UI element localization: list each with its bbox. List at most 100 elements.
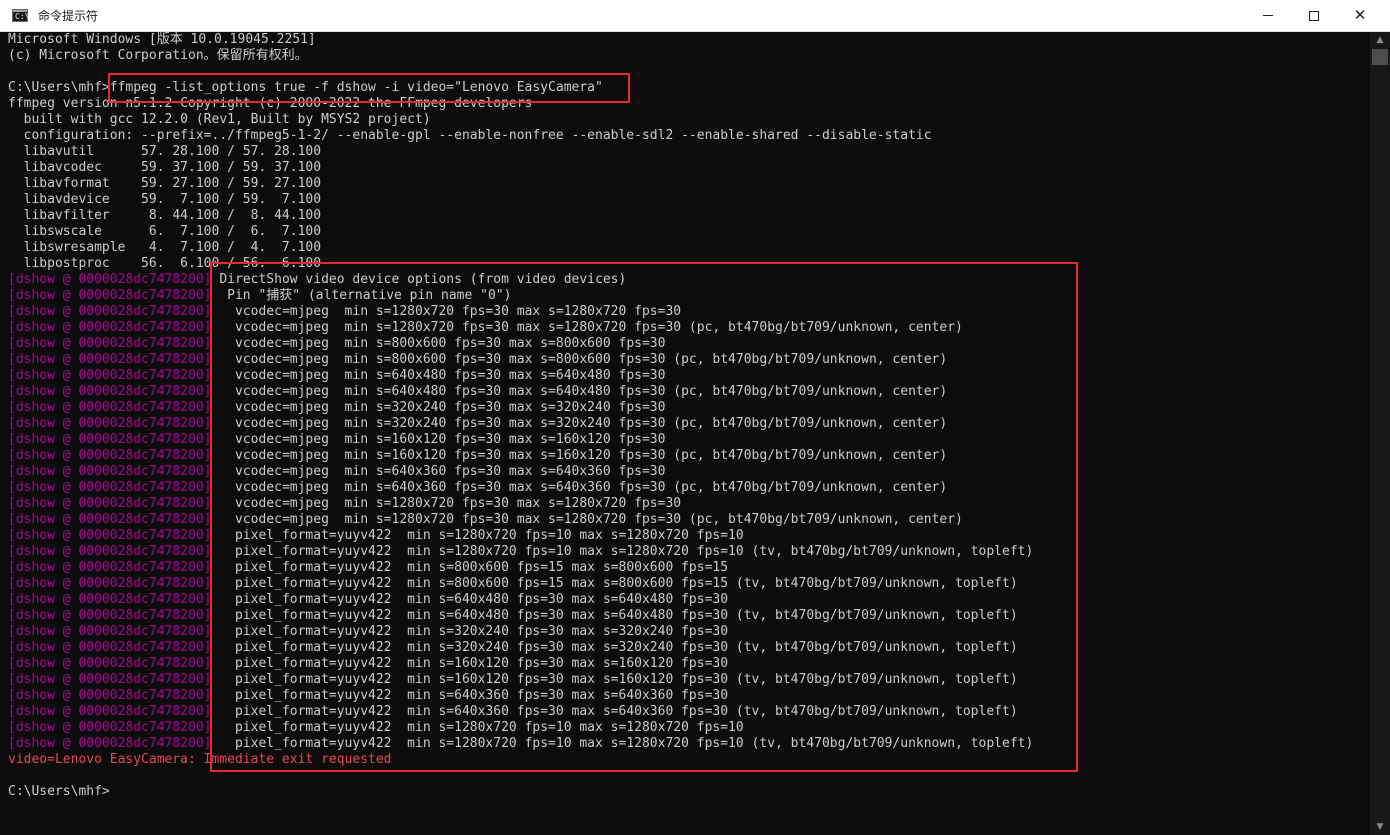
console-line: [dshow @ 0000028dc7478200] vcodec=mjpeg … (8, 368, 1370, 384)
console-line: [dshow @ 0000028dc7478200] vcodec=mjpeg … (8, 448, 1370, 464)
dshow-log-prefix: [dshow @ 0000028dc7478200] (8, 624, 212, 639)
console-line: [dshow @ 0000028dc7478200] vcodec=mjpeg … (8, 480, 1370, 496)
console-line-text: pixel_format=yuyv422 min s=1280x720 fps=… (211, 720, 744, 735)
console-line-text: pixel_format=yuyv422 min s=800x600 fps=1… (211, 560, 729, 575)
minimize-button[interactable] (1245, 0, 1291, 31)
console-line-text: pixel_format=yuyv422 min s=320x240 fps=3… (211, 624, 729, 639)
console-line-text: vcodec=mjpeg min s=640x360 fps=30 max s=… (211, 480, 948, 495)
close-icon: ✕ (1353, 6, 1367, 24)
console-line: libavdevice 59. 7.100 / 59. 7.100 (8, 192, 1370, 208)
console-line-text: pixel_format=yuyv422 min s=800x600 fps=1… (211, 576, 1018, 591)
console-line: [dshow @ 0000028dc7478200] vcodec=mjpeg … (8, 320, 1370, 336)
console-line-text: vcodec=mjpeg min s=640x360 fps=30 max s=… (211, 464, 666, 479)
console-line-text: libpostproc 56. 6.100 / 56. 6.100 (8, 256, 322, 271)
console-line-text: pixel_format=yuyv422 min s=1280x720 fps=… (211, 544, 1034, 559)
console-line-text: vcodec=mjpeg min s=1280x720 fps=30 max s… (211, 512, 963, 527)
console-line-text: pixel_format=yuyv422 min s=1280x720 fps=… (211, 528, 744, 543)
dshow-log-prefix: [dshow @ 0000028dc7478200] (8, 432, 212, 447)
cmd-icon: C:\ (12, 9, 30, 22)
scroll-up-icon[interactable]: ▲ (1370, 32, 1390, 48)
dshow-log-prefix: [dshow @ 0000028dc7478200] (8, 560, 212, 575)
console-line: [dshow @ 0000028dc7478200] pixel_format=… (8, 640, 1370, 656)
console-line: [dshow @ 0000028dc7478200] Pin "捕获" (alt… (8, 288, 1370, 304)
console-line-text: libswscale 6. 7.100 / 6. 7.100 (8, 224, 322, 239)
console-line: libswscale 6. 7.100 / 6. 7.100 (8, 224, 1370, 240)
console-line-text: vcodec=mjpeg min s=1280x720 fps=30 max s… (211, 496, 682, 511)
cmd-icon-glyph: C:\ (15, 12, 30, 21)
console-line: [dshow @ 0000028dc7478200] pixel_format=… (8, 592, 1370, 608)
console-line-text: libavcodec 59. 37.100 / 59. 37.100 (8, 160, 322, 175)
console-line-text: DirectShow video device options (from vi… (211, 272, 627, 287)
console-line: [dshow @ 0000028dc7478200] vcodec=mjpeg … (8, 432, 1370, 448)
console-line: [dshow @ 0000028dc7478200] pixel_format=… (8, 736, 1370, 752)
console-line: libavfilter 8. 44.100 / 8. 44.100 (8, 208, 1370, 224)
console-line: [dshow @ 0000028dc7478200] vcodec=mjpeg … (8, 512, 1370, 528)
console-line-text: pixel_format=yuyv422 min s=160x120 fps=3… (211, 672, 1018, 687)
console-line-text: pixel_format=yuyv422 min s=640x360 fps=3… (211, 688, 729, 703)
dshow-log-prefix: [dshow @ 0000028dc7478200] (8, 288, 212, 303)
console-line: (c) Microsoft Corporation。保留所有权利。 (8, 48, 1370, 64)
console-line-text: pixel_format=yuyv422 min s=160x120 fps=3… (211, 656, 729, 671)
console-line: [dshow @ 0000028dc7478200] vcodec=mjpeg … (8, 384, 1370, 400)
dshow-log-prefix: [dshow @ 0000028dc7478200] (8, 528, 212, 543)
console-line: [dshow @ 0000028dc7478200] pixel_format=… (8, 720, 1370, 736)
dshow-log-prefix: [dshow @ 0000028dc7478200] (8, 304, 212, 319)
console-line-text: ffmpeg version n5.1.2 Copyright (c) 2000… (8, 96, 533, 111)
console-line: libswresample 4. 7.100 / 4. 7.100 (8, 240, 1370, 256)
console-line: libavformat 59. 27.100 / 59. 27.100 (8, 176, 1370, 192)
dshow-log-prefix: [dshow @ 0000028dc7478200] (8, 352, 212, 367)
dshow-log-prefix: [dshow @ 0000028dc7478200] (8, 336, 212, 351)
console-line: [dshow @ 0000028dc7478200] vcodec=mjpeg … (8, 336, 1370, 352)
console-line: libpostproc 56. 6.100 / 56. 6.100 (8, 256, 1370, 272)
dshow-log-prefix: [dshow @ 0000028dc7478200] (8, 672, 212, 687)
console-line-text: pixel_format=yuyv422 min s=320x240 fps=3… (211, 640, 1018, 655)
maximize-button[interactable] (1291, 0, 1337, 31)
console-output[interactable]: Microsoft Windows [版本 10.0.19045.2251] (c… (0, 32, 1370, 835)
console-line: [dshow @ 0000028dc7478200] pixel_format=… (8, 560, 1370, 576)
console-line: [dshow @ 0000028dc7478200] DirectShow vi… (8, 272, 1370, 288)
console-line-text: libswresample 4. 7.100 / 4. 7.100 (8, 240, 322, 255)
console-line: [dshow @ 0000028dc7478200] vcodec=mjpeg … (8, 416, 1370, 432)
console-line: C:\Users\mhf> (8, 784, 1370, 800)
dshow-log-prefix: [dshow @ 0000028dc7478200] (8, 464, 212, 479)
scroll-down-icon[interactable]: ▼ (1370, 819, 1390, 835)
console-line: libavutil 57. 28.100 / 57. 28.100 (8, 144, 1370, 160)
minimize-icon (1263, 15, 1273, 16)
console-line: ffmpeg version n5.1.2 Copyright (c) 2000… (8, 96, 1370, 112)
dshow-log-prefix: [dshow @ 0000028dc7478200] (8, 272, 212, 287)
dshow-log-prefix: [dshow @ 0000028dc7478200] (8, 400, 212, 415)
console-line-text: vcodec=mjpeg min s=800x600 fps=30 max s=… (211, 352, 948, 367)
console-line-text: vcodec=mjpeg min s=800x600 fps=30 max s=… (211, 336, 666, 351)
title-bar[interactable]: C:\ 命令提示符 ✕ (0, 0, 1390, 32)
console-line-text: vcodec=mjpeg min s=640x480 fps=30 max s=… (211, 384, 948, 399)
dshow-log-prefix: [dshow @ 0000028dc7478200] (8, 592, 212, 607)
console-line-text: video=Lenovo EasyCamera: Immediate exit … (8, 752, 392, 767)
scrollbar-thumb[interactable] (1372, 49, 1388, 65)
console-line-text: C:\Users\mhf>ffmpeg -list_options true -… (8, 80, 603, 95)
dshow-log-prefix: [dshow @ 0000028dc7478200] (8, 448, 212, 463)
console-line: [dshow @ 0000028dc7478200] pixel_format=… (8, 544, 1370, 560)
vertical-scrollbar[interactable]: ▲ ▼ (1370, 32, 1390, 835)
console-line-text: pixel_format=yuyv422 min s=1280x720 fps=… (211, 736, 1034, 751)
console-line: [dshow @ 0000028dc7478200] pixel_format=… (8, 672, 1370, 688)
console-line-text: vcodec=mjpeg min s=320x240 fps=30 max s=… (211, 400, 666, 415)
console-line-text: libavdevice 59. 7.100 / 59. 7.100 (8, 192, 322, 207)
dshow-log-prefix: [dshow @ 0000028dc7478200] (8, 688, 212, 703)
console-line: video=Lenovo EasyCamera: Immediate exit … (8, 752, 1370, 768)
close-button[interactable]: ✕ (1337, 0, 1383, 31)
console-line: built with gcc 12.2.0 (Rev1, Built by MS… (8, 112, 1370, 128)
dshow-log-prefix: [dshow @ 0000028dc7478200] (8, 320, 212, 335)
console-line-text: vcodec=mjpeg min s=640x480 fps=30 max s=… (211, 368, 666, 383)
dshow-log-prefix: [dshow @ 0000028dc7478200] (8, 384, 212, 399)
console-line: [dshow @ 0000028dc7478200] vcodec=mjpeg … (8, 352, 1370, 368)
console-line-text: (c) Microsoft Corporation。保留所有权利。 (8, 48, 308, 63)
console-line: [dshow @ 0000028dc7478200] vcodec=mjpeg … (8, 304, 1370, 320)
console-line-text: vcodec=mjpeg min s=320x240 fps=30 max s=… (211, 416, 948, 431)
console-line-text: libavformat 59. 27.100 / 59. 27.100 (8, 176, 322, 191)
window-title: 命令提示符 (38, 9, 99, 23)
dshow-log-prefix: [dshow @ 0000028dc7478200] (8, 736, 212, 751)
dshow-log-prefix: [dshow @ 0000028dc7478200] (8, 512, 212, 527)
console-line: [dshow @ 0000028dc7478200] vcodec=mjpeg … (8, 464, 1370, 480)
